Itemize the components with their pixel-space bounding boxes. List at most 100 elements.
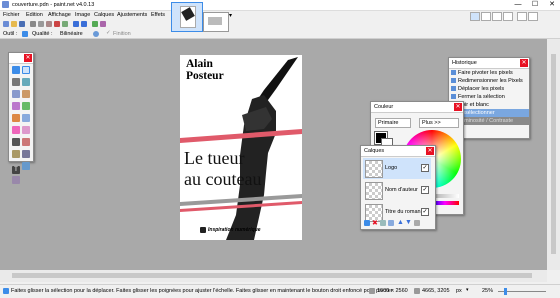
undo-icon[interactable] xyxy=(73,21,79,27)
tool-grid: T xyxy=(11,65,31,187)
minimize-button[interactable]: — xyxy=(510,0,526,10)
layers-panel-header[interactable]: Calques ✕ xyxy=(361,146,435,157)
grid-icon[interactable] xyxy=(92,21,98,27)
menu-image[interactable]: Image xyxy=(75,12,90,18)
menu-edit[interactable]: Edition xyxy=(26,12,43,18)
rectangle-select-icon[interactable] xyxy=(12,78,20,86)
shapes-icon[interactable] xyxy=(12,176,20,184)
zoom-level[interactable]: 25% xyxy=(482,288,493,294)
move-layer-down-icon[interactable]: ▼ xyxy=(405,219,412,226)
redo-icon[interactable] xyxy=(81,21,87,27)
paste-icon[interactable] xyxy=(46,21,52,27)
paint-bucket-icon[interactable] xyxy=(12,114,20,122)
thumbnail-knife xyxy=(181,7,195,21)
close-icon[interactable]: ✕ xyxy=(426,147,434,155)
horizontal-scroll-thumb[interactable] xyxy=(12,273,532,278)
gradient-icon[interactable] xyxy=(22,114,30,122)
ruler-icon[interactable] xyxy=(100,21,106,27)
finish-button[interactable]: Finition xyxy=(113,31,131,37)
menu-effects[interactable]: Effets xyxy=(151,12,165,18)
crop-icon[interactable] xyxy=(54,21,60,27)
primary-secondary-select[interactable]: Primaire xyxy=(375,118,411,128)
line-curve-icon[interactable] xyxy=(22,162,30,170)
pan-icon[interactable] xyxy=(22,90,30,98)
quality-label: Qualité : xyxy=(32,31,53,37)
tool-label: Outil : xyxy=(3,31,18,37)
unit-dropdown-icon[interactable]: ▾ xyxy=(466,287,469,293)
menu-adjustments[interactable]: Ajustements xyxy=(117,12,147,18)
menu-view[interactable]: Affichage xyxy=(48,12,71,18)
paintbrush-icon[interactable] xyxy=(12,126,20,134)
lasso-select-icon[interactable] xyxy=(12,90,20,98)
recolor-icon[interactable] xyxy=(22,150,30,158)
close-icon[interactable]: ✕ xyxy=(520,59,528,67)
eraser-icon[interactable] xyxy=(22,126,30,134)
thumbnail-dropdown-icon[interactable]: ▾ xyxy=(229,12,232,19)
rotate-icon xyxy=(451,70,456,75)
layer-properties-icon[interactable] xyxy=(414,220,420,226)
merge-layer-icon[interactable] xyxy=(388,220,394,226)
color-picker-icon[interactable] xyxy=(22,138,30,146)
copy-icon[interactable] xyxy=(38,21,44,27)
close-icon[interactable]: ✕ xyxy=(454,103,462,111)
history-item[interactable]: Redimensionner les Pixels xyxy=(449,77,529,85)
layer-name: Nom d'auteur xyxy=(385,187,418,193)
history-window-icon[interactable] xyxy=(481,12,491,21)
ellipse-select-icon[interactable] xyxy=(12,102,20,110)
layer-row-selected[interactable]: Logo ✓ xyxy=(363,158,431,179)
save-icon[interactable] xyxy=(19,21,25,27)
help-icon[interactable] xyxy=(528,12,538,21)
layer-row[interactable]: Nom d'auteur ✓ xyxy=(363,180,431,201)
layer-visibility-checkbox[interactable]: ✓ xyxy=(421,208,429,216)
move-selection-tool-icon[interactable] xyxy=(22,66,30,74)
history-item[interactable]: Déplacer les pixels xyxy=(449,85,529,93)
layer-visibility-checkbox[interactable]: ✓ xyxy=(421,164,429,172)
duplicate-layer-icon[interactable] xyxy=(380,220,386,226)
color-panel-header[interactable]: Couleur ✕ xyxy=(371,102,463,113)
colors-window-icon[interactable] xyxy=(503,12,513,21)
more-button[interactable]: Plus >> xyxy=(419,118,459,128)
cursor-position-icon xyxy=(414,288,420,294)
unit-select[interactable]: px xyxy=(456,288,462,294)
open-folder-icon[interactable] xyxy=(11,21,17,27)
layers-title: Calques xyxy=(364,148,385,154)
deselect-icon[interactable] xyxy=(62,21,68,27)
menu-layers[interactable]: Calques xyxy=(94,12,114,18)
zoom-icon[interactable] xyxy=(22,78,30,86)
clone-stamp-icon[interactable] xyxy=(12,150,20,158)
pencil-icon[interactable] xyxy=(12,138,20,146)
cut-icon[interactable] xyxy=(30,21,36,27)
image-thumbnail-active[interactable] xyxy=(171,2,203,32)
layers-toolbar: ✖ ▲ ▼ xyxy=(364,219,432,227)
maximize-button[interactable]: ☐ xyxy=(527,0,543,10)
quality-select[interactable]: Bilinéaire xyxy=(60,31,83,37)
layer-visibility-checkbox[interactable]: ✓ xyxy=(421,186,429,194)
globe-icon[interactable] xyxy=(93,31,99,37)
document-canvas[interactable]: Alain Posteur Le tueur au couteau Inspir… xyxy=(180,55,302,240)
menu-file[interactable]: Fichier xyxy=(3,12,20,18)
vertical-scrollbar[interactable] xyxy=(547,39,560,270)
tools-window-icon[interactable] xyxy=(470,12,480,21)
delete-layer-icon[interactable]: ✖ xyxy=(372,219,378,227)
vertical-scroll-thumb[interactable] xyxy=(551,54,556,254)
zoom-slider-handle[interactable] xyxy=(504,288,507,295)
close-button[interactable]: ✕ xyxy=(544,0,560,10)
layers-window-icon[interactable] xyxy=(492,12,502,21)
tools-panel: ✕ T xyxy=(8,52,34,184)
tools-panel-header[interactable]: ✕ xyxy=(9,53,33,64)
move-layer-up-icon[interactable]: ▲ xyxy=(397,219,404,226)
history-panel-header[interactable]: Historique ✕ xyxy=(449,58,529,69)
magic-wand-icon[interactable] xyxy=(22,102,30,110)
history-item[interactable]: Fermer la sélection xyxy=(449,93,529,101)
text-tool-icon[interactable]: T xyxy=(12,166,20,174)
new-file-icon[interactable] xyxy=(3,21,9,27)
history-item[interactable]: Faire pivoter les pixels xyxy=(449,69,529,77)
move-selection-icon[interactable] xyxy=(22,31,28,37)
horizontal-scrollbar[interactable] xyxy=(0,270,547,282)
close-icon[interactable]: ✕ xyxy=(24,54,32,62)
move-selected-pixels-icon[interactable] xyxy=(12,66,20,74)
main-toolbar xyxy=(0,20,170,29)
add-layer-icon[interactable] xyxy=(364,220,370,226)
settings-icon[interactable] xyxy=(517,12,527,21)
status-tool-icon xyxy=(3,288,9,294)
